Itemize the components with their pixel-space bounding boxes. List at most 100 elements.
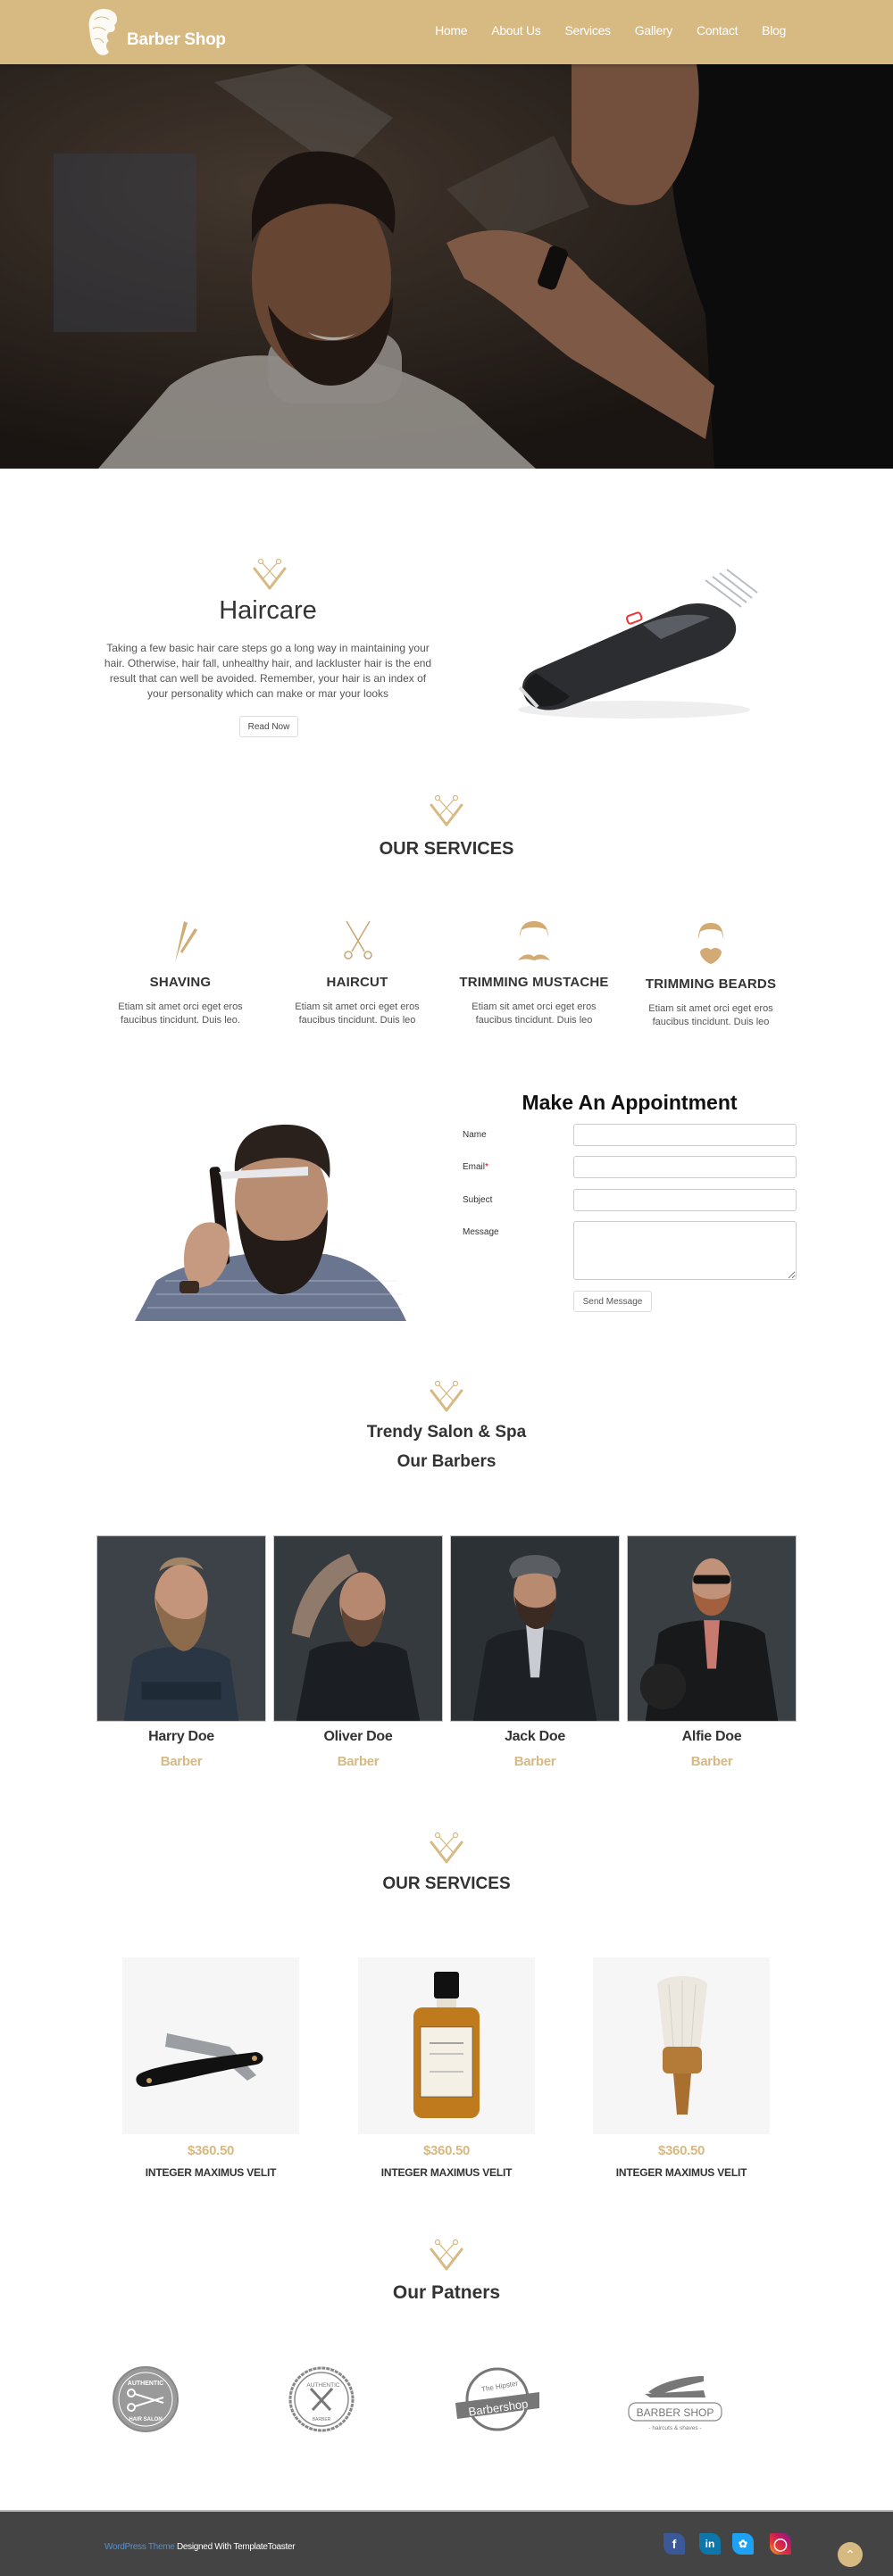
subject-input[interactable] (573, 1189, 797, 1211)
scissors-comb-divider-icon (427, 2239, 466, 2271)
barber-role: Barber (690, 1754, 733, 1769)
name-label: Name (463, 1130, 487, 1140)
subject-label: Subject (463, 1195, 493, 1205)
nav-gallery[interactable]: Gallery (635, 23, 673, 37)
neck-brush-image[interactable] (593, 1957, 770, 2134)
logo[interactable]: Barber Shop (86, 7, 226, 57)
name-input[interactable] (573, 1124, 797, 1146)
site-footer: WordPress Theme Designed With TemplateTo… (0, 2510, 893, 2576)
product-name[interactable]: INTEGER MAXIMUS VELIT (358, 2166, 535, 2179)
svg-text:BARBER SHOP: BARBER SHOP (637, 2406, 714, 2419)
barbers-subtitle: Trendy Salon & Spa (366, 1423, 527, 1442)
service-description: Etiam sit amet orci eget eros faucibus t… (472, 1001, 597, 1026)
barber-card: Harry Doe Barber (96, 1535, 266, 1769)
barber-name: Jack Doe (505, 1729, 565, 1744)
svg-text:BARBER: BARBER (313, 2417, 331, 2422)
product-name[interactable]: INTEGER MAXIMUS VELIT (593, 2166, 770, 2179)
haircare-description: Taking a few basic hair care steps go a … (104, 642, 432, 700)
barbers-heading: Our Barbers (396, 1452, 497, 1471)
site-header: Barber Shop Home About Us Services Galle… (0, 0, 893, 64)
back-to-top-button[interactable]: ⌃ (838, 2542, 863, 2567)
svg-text:HAIR SALON: HAIR SALON (129, 2417, 162, 2422)
barber-photo[interactable] (450, 1535, 620, 1722)
read-now-button[interactable]: Read Now (239, 716, 298, 737)
email-input[interactable] (573, 1156, 797, 1178)
barber-role: Barber (337, 1754, 380, 1769)
facebook-icon[interactable]: f (663, 2533, 685, 2555)
barber-role: Barber (513, 1754, 556, 1769)
footer-credit: WordPress Theme Designed With TemplateTo… (104, 2542, 296, 2552)
barber-name: Oliver Doe (323, 1729, 393, 1744)
service-trimming-beards: TRIMMING BEARDS Etiam sit amet orci eget… (630, 921, 791, 1029)
service-description: Etiam sit amet orci eget eros faucibus t… (118, 1001, 243, 1026)
product-card: $360.50 INTEGER MAXIMUS VELIT (358, 1957, 535, 2179)
linkedin-icon[interactable]: in (699, 2533, 721, 2555)
scissors-comb-divider-icon (250, 558, 289, 590)
hero-banner-image (0, 64, 893, 469)
barber-card: Alfie Doe Barber (627, 1535, 797, 1769)
barber-head-logo-icon (88, 9, 117, 55)
beard-icon (698, 923, 723, 964)
main-nav: Home About Us Services Gallery Contact B… (411, 23, 786, 37)
service-trimming-mustache: TRIMMING MUSTACHE Etiam sit amet orci eg… (454, 919, 614, 1027)
service-description: Etiam sit amet orci eget eros faucibus t… (295, 1001, 420, 1026)
product-card: $360.50 INTEGER MAXIMUS VELIT (593, 1957, 770, 2179)
product-price: $360.50 (657, 2143, 705, 2158)
scissors-comb-divider-icon (427, 1832, 466, 1864)
service-title: HAIRCUT (326, 975, 388, 990)
barber-card: Oliver Doe Barber (273, 1535, 443, 1769)
scissors-comb-divider-icon (427, 1380, 466, 1412)
barber-photo[interactable] (273, 1535, 443, 1722)
scissors-comb-divider-icon (427, 794, 466, 827)
bearded-man-razor-image (135, 1125, 406, 1321)
appointment-title: Make An Appointment (522, 1091, 738, 1114)
product-name[interactable]: INTEGER MAXIMUS VELIT (122, 2166, 299, 2179)
partner-logo-hipster-barbershop[interactable]: The Hipster Barbershop (454, 2365, 541, 2433)
email-label: Email* (463, 1162, 488, 1172)
barber-name: Alfie Doe (681, 1729, 742, 1744)
brand-name: Barber Shop (127, 30, 226, 49)
barber-photo[interactable] (627, 1535, 797, 1722)
services-heading: OUR SERVICES (379, 839, 514, 859)
instagram-icon[interactable]: ◯ (770, 2533, 791, 2555)
svg-text:AUTHENTIC: AUTHENTIC (306, 2382, 340, 2389)
barber-name: Harry Doe (148, 1729, 214, 1744)
service-description: Etiam sit amet orci eget eros faucibus t… (648, 1003, 773, 1027)
service-title: SHAVING (149, 975, 212, 990)
service-title: TRIMMING BEARDS (645, 976, 777, 992)
svg-text:AUTHENTIC: AUTHENTIC (128, 2381, 163, 2387)
nav-blog[interactable]: Blog (762, 23, 786, 37)
barber-photo[interactable] (96, 1535, 266, 1722)
partner-logo-authentic-hair-salon[interactable]: AUTHENTIC HAIR SALON (112, 2365, 179, 2433)
haircare-title: Haircare (219, 596, 317, 625)
hair-trimmer-image (518, 569, 758, 719)
razor-icon (175, 921, 197, 962)
nav-services[interactable]: Services (564, 23, 611, 37)
double-chevron-up-icon: ⌃ (845, 2547, 855, 2562)
products-heading: OUR SERVICES (382, 1874, 511, 1893)
nav-contact[interactable]: Contact (697, 23, 738, 37)
partners-heading: Our Patners (392, 2282, 501, 2303)
scissors-icon (344, 920, 372, 960)
nav-about-us[interactable]: About Us (491, 23, 540, 37)
send-message-button[interactable]: Send Message (573, 1291, 652, 1312)
product-price: $360.50 (422, 2143, 471, 2158)
message-label: Message (463, 1227, 499, 1237)
svg-text:- haircuts & shaves -: - haircuts & shaves - (648, 2425, 701, 2431)
nav-home[interactable]: Home (435, 23, 467, 37)
shampoo-bottle-image[interactable] (358, 1957, 535, 2134)
twitter-icon[interactable]: ✿ (732, 2533, 754, 2555)
partner-logo-authentic-barber[interactable]: AUTHENTIC BARBER (288, 2365, 355, 2433)
product-price: $360.50 (187, 2143, 235, 2158)
service-haircut: HAIRCUT Etiam sit amet orci eget eros fa… (277, 919, 438, 1027)
wordpress-theme-link[interactable]: WordPress Theme (104, 2542, 175, 2552)
mustache-icon (518, 921, 550, 960)
barber-card: Jack Doe Barber (450, 1535, 620, 1769)
partner-logo-barber-shop-haircuts[interactable]: BARBER SHOP - haircuts & shaves - (625, 2365, 725, 2433)
message-textarea[interactable] (573, 1221, 797, 1280)
product-card: $360.50 INTEGER MAXIMUS VELIT (122, 1957, 299, 2179)
service-shaving: SHAVING Etiam sit amet orci eget eros fa… (100, 919, 261, 1027)
service-title: TRIMMING MUSTACHE (459, 975, 609, 990)
straight-razor-image[interactable] (122, 1957, 299, 2134)
barber-role: Barber (160, 1754, 203, 1769)
